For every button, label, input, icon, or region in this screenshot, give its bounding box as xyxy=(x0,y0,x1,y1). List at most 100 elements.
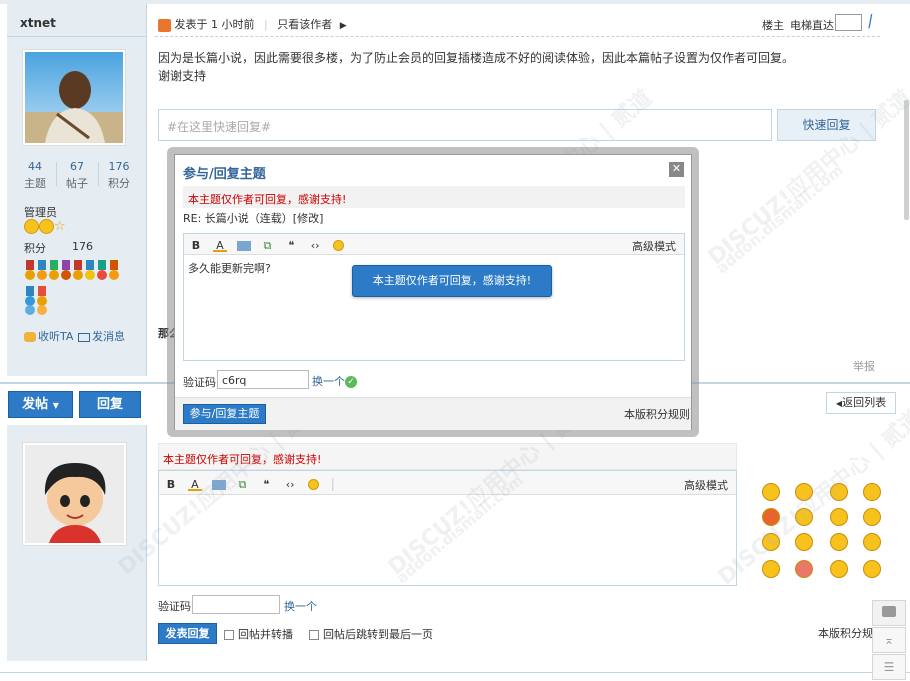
modal-close-button[interactable]: ✕ xyxy=(669,162,684,177)
option-jump-last[interactable]: 回帖后跳转到最后一页 xyxy=(309,626,433,642)
post-time: 发表于 1 小时前 xyxy=(174,18,255,31)
reply-submit-button[interactable]: 发表回复 xyxy=(158,623,217,644)
reply-button[interactable]: 回复 xyxy=(79,391,141,418)
jump-last-checkbox[interactable] xyxy=(309,630,319,640)
modal-submit-button[interactable]: 参与/回复主题 xyxy=(183,404,266,424)
modal-rules-link[interactable]: 本版积分规则 xyxy=(624,406,690,422)
bold-icon[interactable]: B xyxy=(189,239,203,252)
emoji-dizzy-icon[interactable] xyxy=(863,560,881,578)
quick-reply-input[interactable]: #在这里快速回复# xyxy=(158,109,772,141)
report-link[interactable]: 举报 xyxy=(853,358,875,374)
post-content-line2: 谢谢支持 xyxy=(158,69,207,83)
link-icon[interactable]: ⧉ xyxy=(235,478,249,491)
jump-last-label: 回帖后跳转到最后一页 xyxy=(323,628,433,641)
only-author-link[interactable]: 只看该作者 xyxy=(277,18,332,31)
quick-reply-button[interactable]: 快速回复 xyxy=(777,109,876,141)
modal-captcha-input[interactable]: c6rq xyxy=(217,370,309,389)
author-name[interactable]: xtnet xyxy=(20,16,56,30)
modal-editor-toolbar: B A ⧉ ❝ ‹› xyxy=(184,234,684,255)
reply-editor[interactable]: B A ⧉ ❝ ‹› | 高级模式 xyxy=(158,470,737,586)
stat-posts[interactable]: 67 帖子 xyxy=(56,160,98,191)
bold-icon[interactable]: B xyxy=(164,478,178,491)
page-scrollbar[interactable] xyxy=(904,100,909,220)
meta-divider: | xyxy=(264,18,268,31)
rank-stars: ☆ xyxy=(24,219,66,237)
elevator-go-icon[interactable]: ⟋ xyxy=(863,13,879,32)
link-icon[interactable]: ⧉ xyxy=(260,239,274,252)
reply-captcha-label: 验证码 xyxy=(158,600,191,613)
image-icon[interactable] xyxy=(211,479,226,490)
emoji-cool-icon[interactable] xyxy=(830,533,848,551)
emoji-cry-icon[interactable] xyxy=(863,483,881,501)
emoji-laugh-icon[interactable] xyxy=(762,533,780,551)
modal-change-captcha-label: 换一个 xyxy=(312,375,345,388)
message-link[interactable]: 发消息 xyxy=(78,328,125,344)
emoji-panel xyxy=(756,478,886,588)
medal-group xyxy=(24,258,128,316)
stat-credits[interactable]: 176 积分 xyxy=(98,160,140,191)
reply-advanced-mode[interactable]: 高级模式 xyxy=(684,477,728,493)
post-content-line1: 因为是长篇小说，因此需要很多楼，为了防止会员的回复插楼造成不好的阅读体验，因此本… xyxy=(158,51,795,65)
post-header-divider xyxy=(155,36,880,37)
rank-sun-icon xyxy=(39,219,54,234)
image-icon[interactable] xyxy=(236,240,251,251)
modal-change-captcha[interactable]: 换一个 ✓ xyxy=(312,373,357,389)
elevator-input[interactable] xyxy=(835,14,862,31)
code-icon[interactable]: ‹› xyxy=(308,239,322,252)
new-post-button[interactable]: 发帖 ▼ xyxy=(8,391,73,418)
emoji-tongue-icon[interactable] xyxy=(863,508,881,526)
emoji-angry-icon[interactable] xyxy=(762,508,780,526)
emoji-happy-icon[interactable] xyxy=(863,533,881,551)
quote-icon[interactable]: ❝ xyxy=(259,478,273,491)
author-avatar[interactable] xyxy=(22,49,126,146)
back-to-top-icon: ⌅ xyxy=(883,633,895,647)
emoji-sleepy-icon[interactable] xyxy=(830,560,848,578)
emoji-surprised-icon[interactable] xyxy=(795,508,813,526)
emoji-sad-icon[interactable] xyxy=(795,483,813,501)
modal-editor-content: 多久能更新完啊? xyxy=(188,262,271,275)
follow-label: 收听TA xyxy=(38,330,74,343)
reply-avatar[interactable] xyxy=(22,442,127,546)
floating-comment-button[interactable] xyxy=(872,600,906,626)
smiley-icon[interactable] xyxy=(332,239,346,252)
author-role[interactable]: 管理员 xyxy=(24,204,57,220)
back-to-list-button[interactable]: ◀返回列表 xyxy=(826,392,896,414)
new-post-label: 发帖 xyxy=(22,397,49,412)
reply-change-captcha[interactable]: 换一个 xyxy=(284,598,317,614)
quote-icon[interactable]: ❝ xyxy=(284,239,298,252)
smiley-icon[interactable] xyxy=(307,478,321,491)
emoji-mad-icon[interactable] xyxy=(795,560,813,578)
emoji-shocked-icon[interactable] xyxy=(830,508,848,526)
modal-captcha-label: 验证码 xyxy=(183,376,216,389)
arrow-right-icon: ▶ xyxy=(339,21,347,31)
code-icon[interactable]: ‹› xyxy=(283,478,297,491)
repost-checkbox[interactable] xyxy=(224,630,234,640)
follow-link[interactable]: 收听TA xyxy=(24,328,73,344)
modal-advanced-mode[interactable]: 高级模式 xyxy=(632,238,676,254)
dropdown-arrow-icon: ▼ xyxy=(52,401,59,410)
modal-captcha-value: c6rq xyxy=(222,374,247,387)
floating-list-button[interactable]: ☰ xyxy=(872,654,906,680)
stat-credits-num: 176 xyxy=(108,160,130,173)
comment-icon xyxy=(882,606,896,617)
check-icon: ✓ xyxy=(345,376,357,388)
close-icon: ✕ xyxy=(671,162,682,175)
stat-credits-label: 积分 xyxy=(108,177,130,190)
stat-threads[interactable]: 44 主题 xyxy=(14,160,56,191)
modal-notice-text: 本主题仅作者可回复，感谢支持! xyxy=(188,193,347,206)
option-repost[interactable]: 回帖并转播 xyxy=(224,626,293,642)
post-meta: 发表于 1 小时前 | 只看该作者 ▶ xyxy=(158,16,347,32)
emoji-wink-icon[interactable] xyxy=(795,533,813,551)
font-color-icon[interactable]: A xyxy=(212,239,227,252)
back-to-list-label: 返回列表 xyxy=(842,396,887,409)
rank-star-icon: ☆ xyxy=(54,219,66,234)
reply-captcha-input[interactable] xyxy=(192,595,280,614)
emoji-grin-icon[interactable] xyxy=(830,483,848,501)
font-color-icon[interactable]: A xyxy=(187,478,202,491)
emoji-shy-icon[interactable] xyxy=(762,560,780,578)
elevator-label: 电梯直达 xyxy=(790,19,834,32)
floating-top-button[interactable]: ⌅ xyxy=(872,627,906,653)
emoji-smile-icon[interactable] xyxy=(762,483,780,501)
modal-editor[interactable]: B A ⧉ ❝ ‹› 高级模式 多久能更新完啊? xyxy=(183,233,685,361)
stat-threads-num: 44 xyxy=(28,160,42,173)
